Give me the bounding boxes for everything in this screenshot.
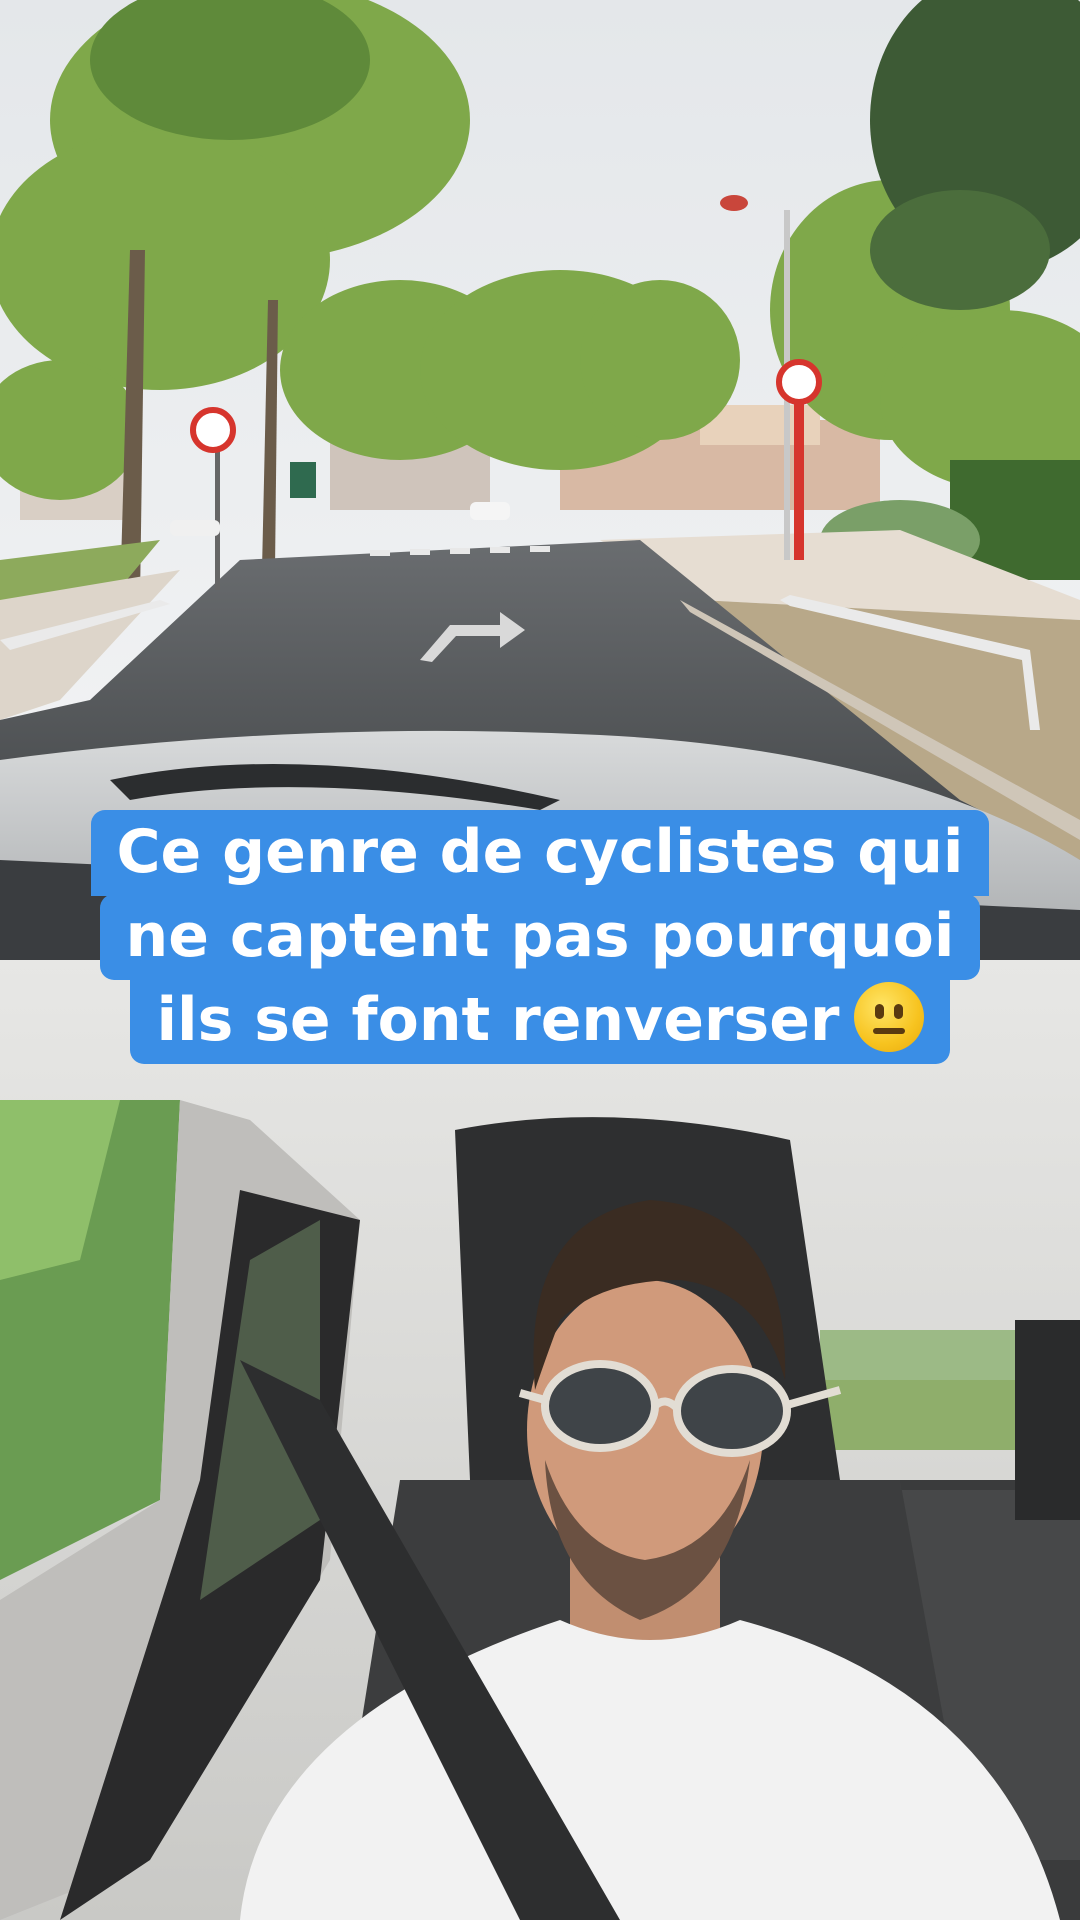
neutral-face-emoji-icon	[853, 982, 924, 1052]
caption-overlay: Ce genre de cyclistes qui ne captent pas…	[0, 810, 1080, 1064]
caption-line-1: Ce genre de cyclistes qui	[90, 810, 990, 896]
caption-line-3: ils se font renverser	[130, 978, 950, 1064]
car-interior-scene	[0, 960, 1080, 1920]
caption-line-2: ne captent pas pourquoi	[99, 894, 981, 980]
driver-frame	[0, 960, 1080, 1920]
caption-line-3-text: ils se font renverser	[156, 985, 840, 1055]
